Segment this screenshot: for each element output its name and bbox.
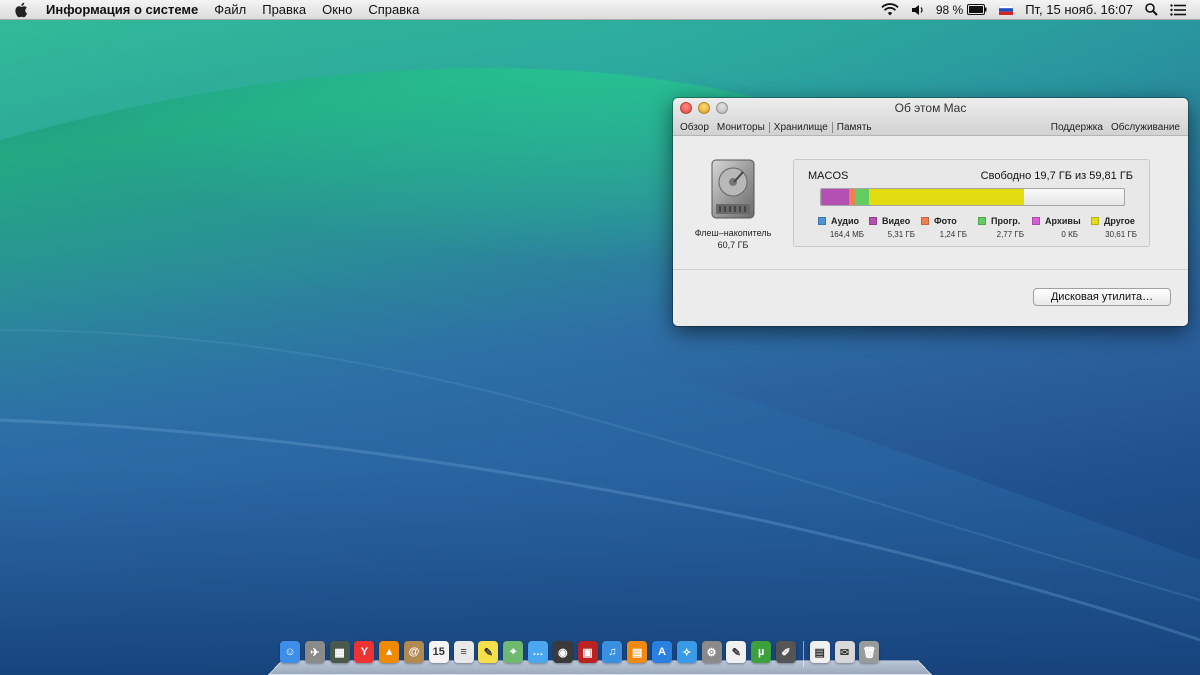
- menu-edit[interactable]: Правка: [262, 2, 306, 17]
- mission-control-icon[interactable]: ▦: [329, 641, 350, 663]
- legend-swatch: [978, 217, 986, 225]
- usage-segment-3: [855, 189, 870, 205]
- service-link[interactable]: Обслуживание: [1107, 122, 1188, 133]
- messages-icon[interactable]: …: [527, 641, 548, 663]
- system-preferences-icon[interactable]: ⚙: [701, 641, 722, 663]
- wifi-icon[interactable]: [881, 2, 899, 17]
- battery-icon[interactable]: [967, 4, 987, 15]
- window-title: Об этом Mac: [894, 101, 967, 115]
- legend-value: 30,61 ГБ: [1105, 230, 1137, 239]
- tab-storage[interactable]: Хранилище: [768, 121, 833, 133]
- launchpad-icon[interactable]: ✈: [304, 641, 325, 663]
- maps-icon[interactable]: ⌖: [503, 641, 524, 663]
- legend-label: Другое: [1104, 216, 1135, 226]
- legend-item: Прогр. 2,77 ГБ: [978, 216, 1038, 239]
- legend-label: Архивы: [1045, 216, 1081, 226]
- legend-swatch: [1091, 217, 1099, 225]
- dock-separator: [802, 641, 804, 667]
- app-menu-name[interactable]: Информация о системе: [46, 2, 198, 17]
- volume-name: MACOS: [808, 170, 849, 182]
- contacts-icon[interactable]: @: [403, 641, 424, 663]
- menu-bar: Информация о системе Файл Правка Окно Сп…: [0, 0, 1200, 20]
- trash-icon[interactable]: 🗑: [859, 641, 880, 663]
- support-link[interactable]: Поддержка: [1047, 122, 1107, 133]
- menu-window[interactable]: Окно: [322, 2, 352, 17]
- legend-value: 5,31 ГБ: [887, 230, 915, 239]
- window-footer: Дисковая утилита…: [673, 270, 1188, 326]
- menu-help[interactable]: Справка: [368, 2, 419, 17]
- volume-icon[interactable]: [911, 4, 924, 16]
- usage-segment-1: [821, 189, 849, 205]
- disk-utility-button[interactable]: Дисковая утилита…: [1033, 288, 1171, 306]
- input-source-flag-icon[interactable]: [999, 4, 1014, 15]
- legend-item: Архивы 0 КБ: [1032, 216, 1092, 239]
- safari-icon[interactable]: ✧: [676, 641, 697, 663]
- volume-free-space: Свободно 19,7 ГБ из 59,81 ГБ: [980, 170, 1133, 182]
- drive-size: 60,7 ГБ: [717, 240, 749, 250]
- legend-value: 1,24 ГБ: [939, 230, 967, 239]
- legend-label-row: Видео: [869, 216, 929, 226]
- legend-label: Видео: [882, 216, 911, 226]
- app-store-icon[interactable]: A: [651, 641, 672, 663]
- window-toolbar: Обзор Мониторы Хранилище Память Поддержк…: [673, 119, 1188, 135]
- legend-label-row: Архивы: [1032, 216, 1092, 226]
- finder-icon[interactable]: ☺: [280, 641, 300, 663]
- apple-icon[interactable]: [14, 2, 32, 18]
- storage-legend: Аудио 164,4 МБ Видео 5,31 ГБ Фото 1,24 ГБ Прог…: [794, 216, 1149, 244]
- vlc-icon[interactable]: ▲: [379, 641, 400, 663]
- usage-segment-5: [869, 189, 1025, 205]
- script-editor-icon[interactable]: ✐: [775, 641, 796, 663]
- photo-booth-icon[interactable]: ▣: [577, 641, 598, 663]
- tab-overview[interactable]: Обзор: [673, 122, 713, 133]
- legend-item: Другое 30,61 ГБ: [1091, 216, 1151, 239]
- legend-item: Видео 5,31 ГБ: [869, 216, 929, 239]
- about-this-mac-window: Об этом Mac Обзор Мониторы Хранилище Пам…: [673, 98, 1188, 326]
- legend-label: Прогр.: [991, 216, 1021, 226]
- legend-label-row: Прогр.: [978, 216, 1038, 226]
- legend-value: 0 КБ: [1061, 230, 1078, 239]
- document-icon[interactable]: ▤: [809, 641, 830, 663]
- legend-value: 164,4 МБ: [829, 230, 864, 239]
- drive-block: Флеш–накопитель 60,7 ГБ: [685, 158, 781, 250]
- drive-name: Флеш–накопитель: [694, 228, 772, 238]
- legend-label: Аудио: [831, 216, 860, 226]
- calendar-icon[interactable]: 15: [428, 641, 449, 663]
- status-area: 98 % Пт, 15 нояб. 16:07: [869, 0, 1200, 20]
- facetime-icon[interactable]: ◉: [552, 641, 573, 663]
- notification-center-icon[interactable]: [1170, 3, 1186, 16]
- dock: ☺ ✈ ▦ Y ▲ @15 ≡ ✎ ⌖… ◉ ▣ ♫ ▤ A ✧ ⚙ ✎ µ ✐ ▤ ✉ 🗑: [268, 637, 932, 675]
- stickies-icon[interactable]: ✎: [478, 641, 499, 663]
- hard-drive-icon: [710, 158, 756, 222]
- storage-panel: MACOS Свободно 19,7 ГБ из 59,81 ГБ Аудио…: [793, 159, 1150, 247]
- menu-clock[interactable]: Пт, 15 нояб. 16:07: [1025, 2, 1133, 17]
- battery-percent[interactable]: 98 %: [936, 3, 963, 17]
- legend-swatch: [1032, 217, 1040, 225]
- storage-usage-bar: [820, 188, 1125, 206]
- utorrent-icon[interactable]: µ: [751, 641, 772, 663]
- legend-swatch: [921, 217, 929, 225]
- legend-swatch: [818, 217, 826, 225]
- spotlight-search-icon[interactable]: [1145, 3, 1158, 16]
- menu-file[interactable]: Файл: [214, 2, 246, 17]
- storage-content: Флеш–накопитель 60,7 ГБ MACOS Свободно 1…: [673, 136, 1188, 269]
- dock-icons: ☺ ✈ ▦ Y ▲ @15 ≡ ✎ ⌖… ◉ ▣ ♫ ▤ A ✧ ⚙ ✎ µ ✐ ▤ ✉ 🗑: [280, 641, 884, 667]
- legend-label: Фото: [934, 216, 957, 226]
- window-titlebar[interactable]: Об этом Mac Обзор Мониторы Хранилище Пам…: [673, 98, 1188, 136]
- legend-value: 2,77 ГБ: [996, 230, 1024, 239]
- legend-item: Фото 1,24 ГБ: [921, 216, 981, 239]
- ibooks-icon[interactable]: ▤: [627, 641, 648, 663]
- textedit-icon[interactable]: ✎: [726, 641, 747, 663]
- itunes-icon[interactable]: ♫: [602, 641, 623, 663]
- mail-icon[interactable]: ✉: [834, 641, 855, 663]
- legend-swatch: [869, 217, 877, 225]
- tab-displays[interactable]: Мониторы: [713, 122, 769, 133]
- legend-label-row: Фото: [921, 216, 981, 226]
- yandex-browser-icon[interactable]: Y: [354, 641, 375, 663]
- tab-memory[interactable]: Память: [833, 122, 876, 133]
- legend-label-row: Другое: [1091, 216, 1151, 226]
- notes-icon[interactable]: ≡: [453, 641, 474, 663]
